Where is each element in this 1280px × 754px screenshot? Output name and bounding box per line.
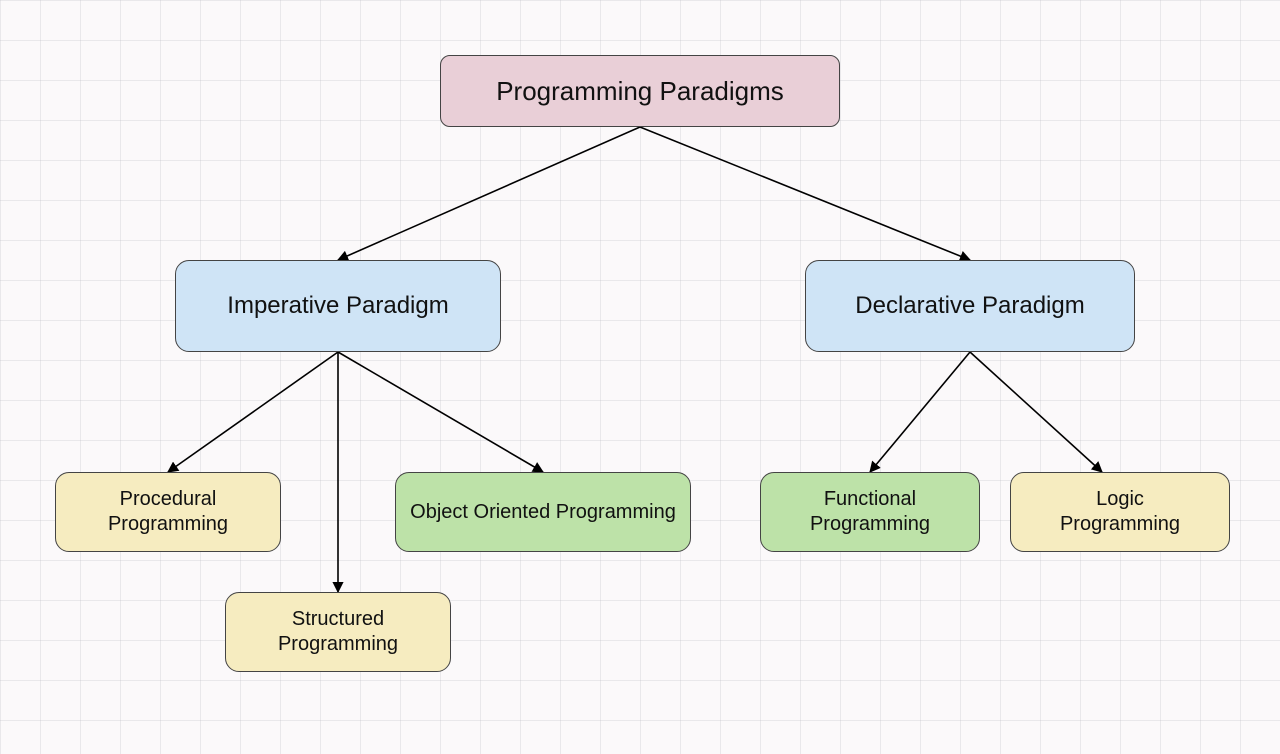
- node-imperative-paradigm: Imperative Paradigm: [175, 260, 501, 352]
- node-root-label: Programming Paradigms: [496, 75, 784, 108]
- node-functional-programming: Functional Programming: [760, 472, 980, 552]
- edge-declarative-logic: [970, 352, 1102, 472]
- edge-root-declarative: [640, 127, 970, 260]
- node-imperative-label: Imperative Paradigm: [227, 291, 448, 321]
- node-declarative-paradigm: Declarative Paradigm: [805, 260, 1135, 352]
- edge-root-imperative: [338, 127, 640, 260]
- node-structured-text: Structured Programming: [278, 607, 398, 657]
- node-root: Programming Paradigms: [440, 55, 840, 127]
- edge-imperative-procedural: [168, 352, 338, 472]
- edge-imperative-oop: [338, 352, 543, 472]
- node-logic-programming: Logic Programming: [1010, 472, 1230, 552]
- node-functional-text: Functional Programming: [810, 487, 930, 537]
- node-logic-text: Logic Programming: [1060, 487, 1180, 537]
- node-object-oriented-programming: Object Oriented Programming: [395, 472, 691, 552]
- node-oop-label: Object Oriented Programming: [410, 500, 676, 525]
- node-procedural-text: Procedural Programming: [108, 487, 228, 537]
- node-procedural-programming: Procedural Programming: [55, 472, 281, 552]
- diagram-canvas: Programming Paradigms Imperative Paradig…: [0, 0, 1280, 754]
- node-declarative-label: Declarative Paradigm: [855, 291, 1084, 321]
- edge-declarative-functional: [870, 352, 970, 472]
- node-structured-programming: Structured Programming: [225, 592, 451, 672]
